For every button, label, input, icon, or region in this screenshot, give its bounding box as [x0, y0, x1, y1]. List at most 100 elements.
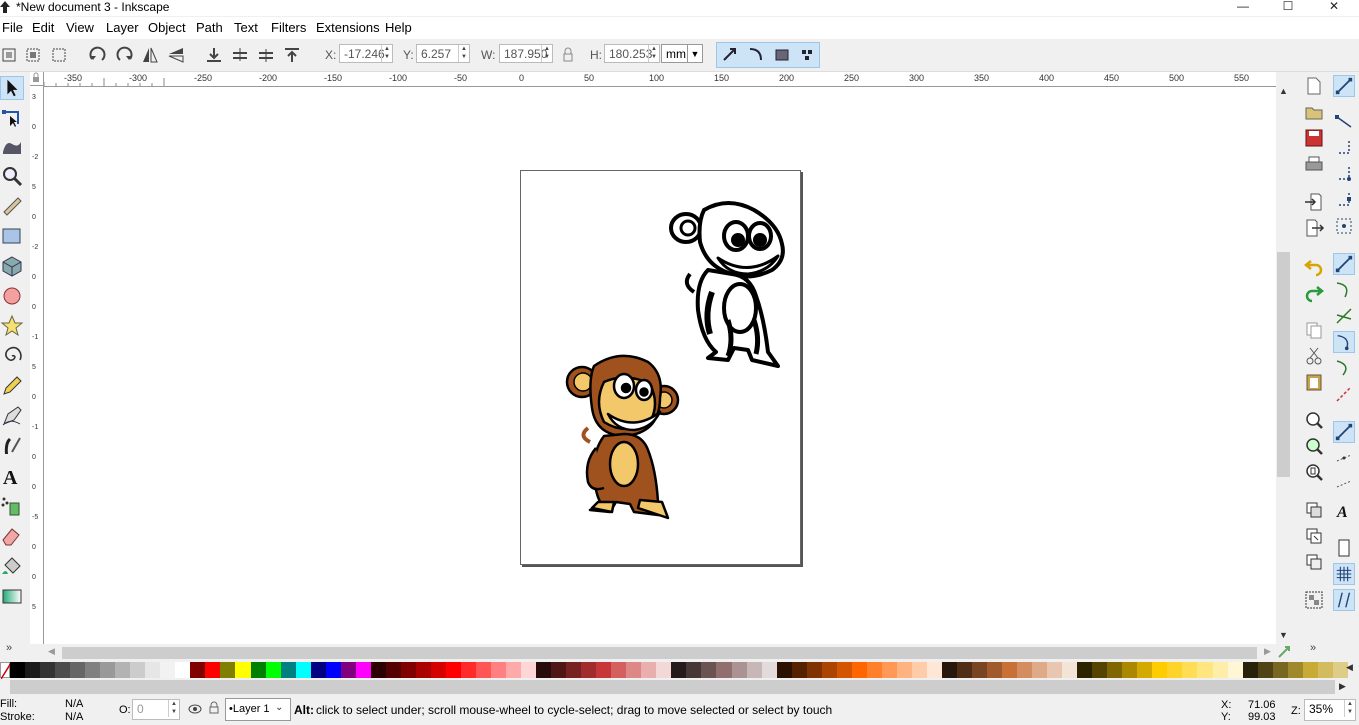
palette-scroll-right-icon[interactable]: ▶: [1339, 681, 1346, 692]
pencil-tool-icon[interactable]: [0, 374, 24, 398]
close-button[interactable]: ✕: [1311, 0, 1357, 14]
color-swatch[interactable]: [1032, 662, 1048, 678]
color-swatch[interactable]: [656, 662, 672, 678]
color-swatch[interactable]: [1152, 662, 1168, 678]
color-swatch[interactable]: [235, 662, 251, 678]
text-tool-icon[interactable]: A: [0, 464, 24, 488]
deselect-icon[interactable]: [50, 45, 70, 65]
color-swatch[interactable]: [671, 662, 687, 678]
color-swatch[interactable]: [701, 662, 717, 678]
color-swatch[interactable]: [1287, 662, 1303, 678]
3d-box-tool-icon[interactable]: [0, 254, 24, 278]
color-swatch[interactable]: [866, 662, 882, 678]
unit-select[interactable]: mm ▼: [661, 44, 703, 63]
color-swatch[interactable]: [626, 662, 642, 678]
color-swatch[interactable]: [1197, 662, 1213, 678]
color-swatch[interactable]: [445, 662, 461, 678]
color-swatch[interactable]: [475, 662, 491, 678]
menu-file[interactable]: File: [2, 20, 23, 36]
menu-path[interactable]: Path: [196, 20, 223, 36]
color-swatch[interactable]: [400, 662, 416, 678]
rectangle-tool-icon[interactable]: [0, 224, 24, 248]
color-swatch[interactable]: [536, 662, 552, 678]
w-spinbox[interactable]: 187.950 ▲ ▼: [499, 44, 553, 63]
lower-icon[interactable]: [230, 45, 250, 65]
color-swatch[interactable]: [205, 662, 221, 678]
color-swatch[interactable]: [791, 662, 807, 678]
cut-icon[interactable]: [1303, 345, 1325, 367]
scroll-right-icon[interactable]: ▶: [1264, 646, 1271, 657]
color-swatch[interactable]: [1062, 662, 1078, 678]
color-swatch[interactable]: [1272, 662, 1288, 678]
menu-edit[interactable]: Edit: [32, 20, 54, 36]
color-swatch[interactable]: [355, 662, 371, 678]
fill-value[interactable]: N/A: [65, 698, 83, 710]
color-swatch[interactable]: [385, 662, 401, 678]
node-tool-icon[interactable]: [0, 106, 24, 130]
color-swatch[interactable]: [1137, 662, 1153, 678]
color-swatch[interactable]: [85, 662, 101, 678]
color-swatch[interactable]: [130, 662, 146, 678]
snap-guides-icon[interactable]: [1333, 589, 1355, 611]
color-swatch[interactable]: [250, 662, 266, 678]
snap-paths-icon[interactable]: [1333, 279, 1355, 301]
color-swatch[interactable]: [581, 662, 597, 678]
no-paint-swatch[interactable]: [0, 662, 12, 680]
zoom-spinbox[interactable]: 35% ▲ ▼: [1304, 699, 1356, 721]
print-icon[interactable]: [1303, 153, 1325, 175]
color-swatch[interactable]: [340, 662, 356, 678]
menu-filters[interactable]: Filters: [271, 20, 306, 36]
color-swatch[interactable]: [70, 662, 86, 678]
raise-to-top-icon[interactable]: [282, 45, 302, 65]
color-swatch[interactable]: [596, 662, 612, 678]
color-swatch[interactable]: [1182, 662, 1198, 678]
spin-arrows-icon[interactable]: ▲ ▼: [541, 45, 552, 62]
raise-icon[interactable]: [256, 45, 276, 65]
color-swatch[interactable]: [280, 662, 296, 678]
open-folder-icon[interactable]: [1303, 101, 1325, 123]
paste-icon[interactable]: [1303, 371, 1325, 393]
scale-stroke-icon[interactable]: [721, 46, 739, 64]
lock-guides-icon[interactable]: [30, 72, 42, 84]
spin-arrows-icon[interactable]: ▲ ▼: [458, 45, 469, 62]
color-swatch[interactable]: [10, 662, 26, 678]
duplicate-icon[interactable]: [1303, 499, 1325, 521]
selector-tool-icon[interactable]: [0, 76, 24, 100]
color-swatch[interactable]: [926, 662, 942, 678]
toolbox-overflow-icon[interactable]: »: [6, 642, 12, 654]
y-spinbox[interactable]: 6.257 ▲ ▼: [416, 44, 470, 63]
color-swatch[interactable]: [1212, 662, 1228, 678]
color-swatch[interactable]: [145, 662, 161, 678]
snap-rotation-centers-icon[interactable]: [1333, 473, 1355, 495]
rotate-ccw-icon[interactable]: [88, 45, 108, 65]
sticky-zoom-icon[interactable]: [1276, 644, 1292, 660]
color-swatch[interactable]: [175, 662, 191, 678]
snap-bbox-corners-icon[interactable]: [1333, 163, 1355, 185]
eraser-tool-icon[interactable]: [0, 524, 24, 548]
scroll-down-icon[interactable]: ▼: [1279, 630, 1288, 640]
color-swatch[interactable]: [521, 662, 537, 678]
color-swatch[interactable]: [1017, 662, 1033, 678]
snap-enable-icon[interactable]: [1333, 75, 1355, 97]
color-swatch[interactable]: [1242, 662, 1258, 678]
eye-visibility-icon[interactable]: [188, 703, 202, 715]
color-swatch[interactable]: [25, 662, 41, 678]
color-swatch[interactable]: [566, 662, 582, 678]
transform-gradient-icon[interactable]: [773, 46, 791, 64]
menu-extensions[interactable]: Extensions: [316, 20, 380, 36]
color-swatch[interactable]: [746, 662, 762, 678]
color-swatch[interactable]: [1122, 662, 1138, 678]
menu-object[interactable]: Object: [148, 20, 186, 36]
color-swatch[interactable]: [295, 662, 311, 678]
scroll-left-icon[interactable]: ◀: [48, 646, 55, 657]
flip-horizontal-icon[interactable]: [140, 45, 160, 65]
color-swatch[interactable]: [415, 662, 431, 678]
menu-view[interactable]: View: [66, 20, 94, 36]
color-swatch[interactable]: [896, 662, 912, 678]
color-swatch[interactable]: [972, 662, 988, 678]
spin-arrows-icon[interactable]: ▲ ▼: [168, 700, 179, 717]
color-swatch[interactable]: [460, 662, 476, 678]
snap-text-baseline-icon[interactable]: A: [1333, 499, 1355, 521]
color-swatch[interactable]: [836, 662, 852, 678]
color-swatch[interactable]: [310, 662, 326, 678]
